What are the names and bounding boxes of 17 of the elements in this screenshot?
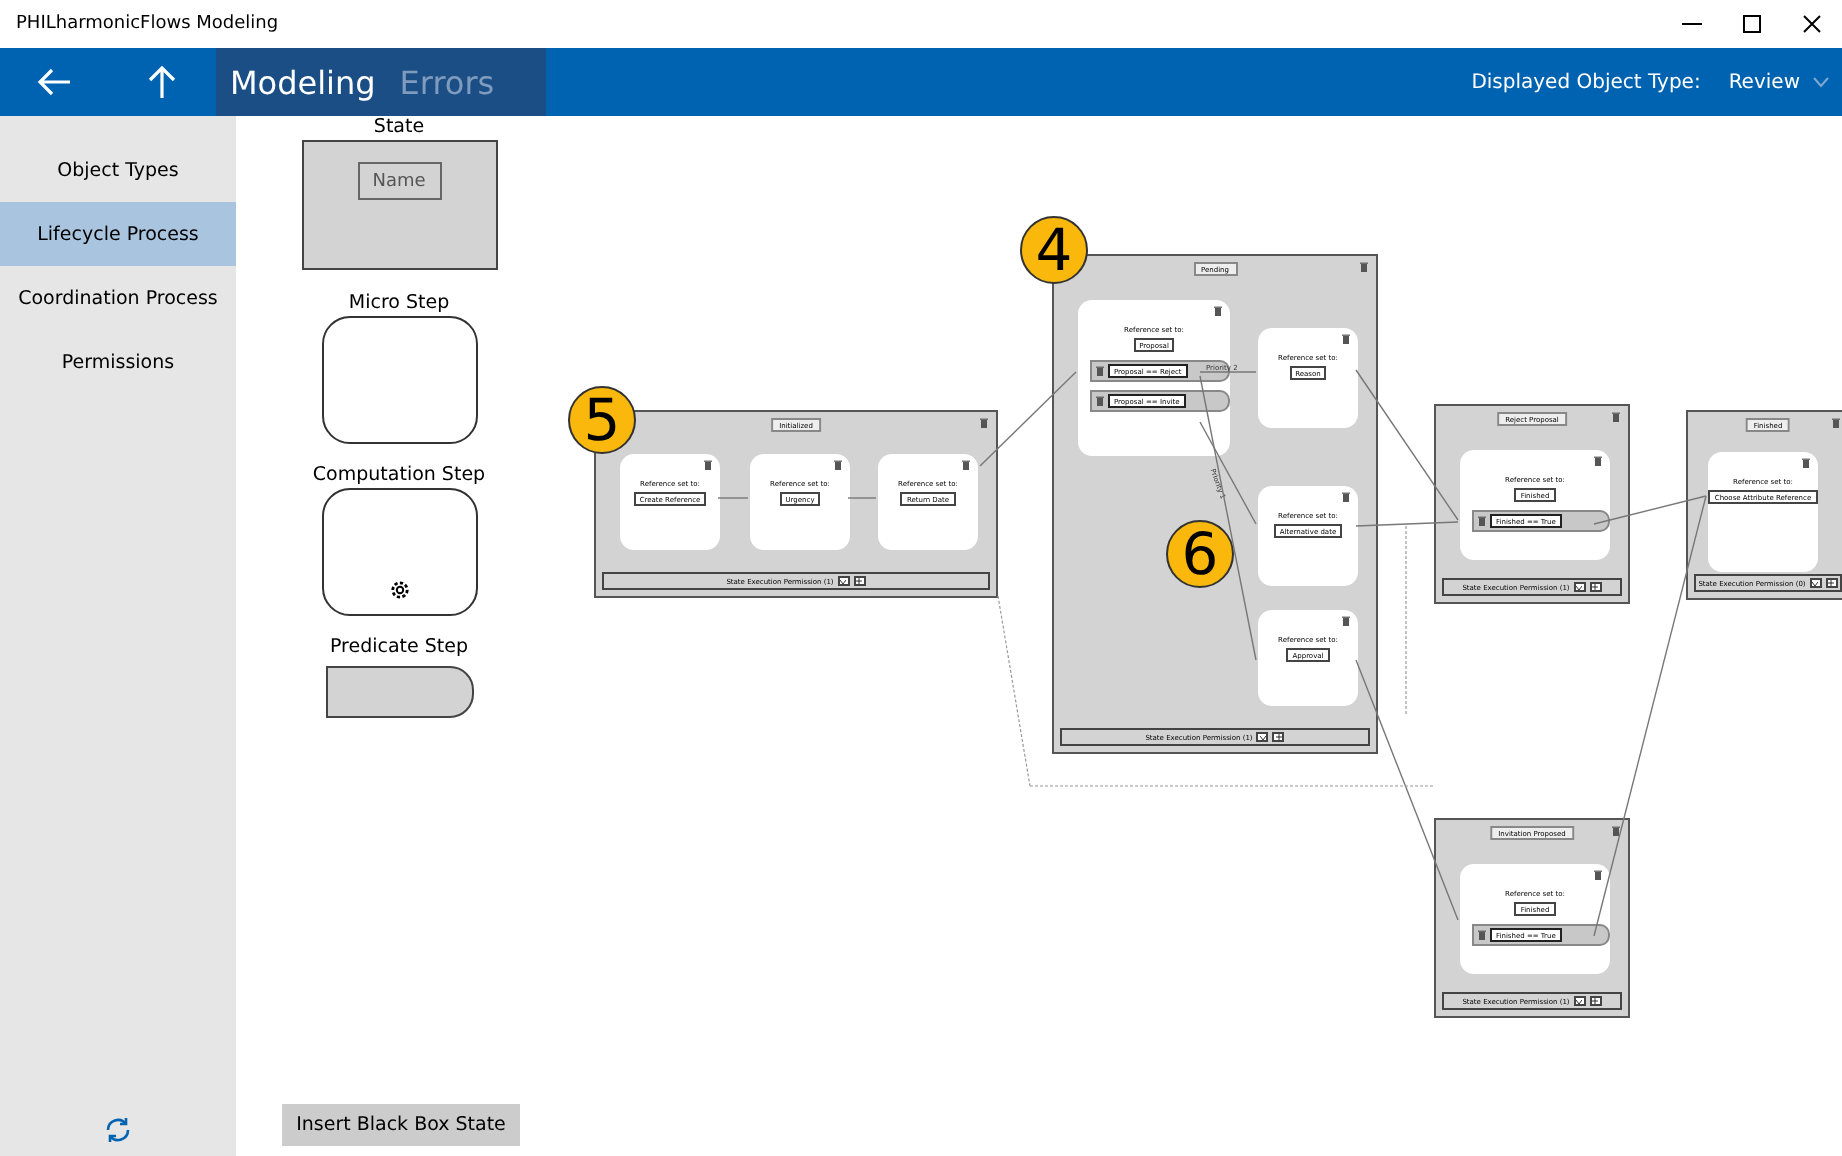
object-type-label: Displayed Object Type: xyxy=(1471,71,1701,93)
sidebar-item[interactable]: Coordination Process xyxy=(0,266,236,330)
insert-state-button[interactable]: Insert Black Box State xyxy=(282,1104,520,1146)
palette-label: Predicate Step xyxy=(329,636,469,660)
window-title: PHILharmonicFlows Modeling xyxy=(16,14,281,34)
sidebar-item[interactable]: Lifecycle Process xyxy=(0,202,236,266)
sidebar-item[interactable]: Object Types xyxy=(0,138,236,202)
tab[interactable]: Modeling xyxy=(230,63,376,101)
state-shape[interactable]: Name xyxy=(301,140,497,270)
palette-label: State xyxy=(373,116,425,140)
callout-number: 5 xyxy=(568,386,636,454)
callout-number: 4 xyxy=(1020,216,1088,284)
palette-label: Micro Step xyxy=(348,292,450,316)
object-type-dropdown[interactable]: Review xyxy=(1728,71,1842,93)
palette-label: Computation Step xyxy=(312,464,486,488)
name-field: Name xyxy=(357,162,441,200)
sidebar-item[interactable]: Permissions xyxy=(0,330,236,394)
